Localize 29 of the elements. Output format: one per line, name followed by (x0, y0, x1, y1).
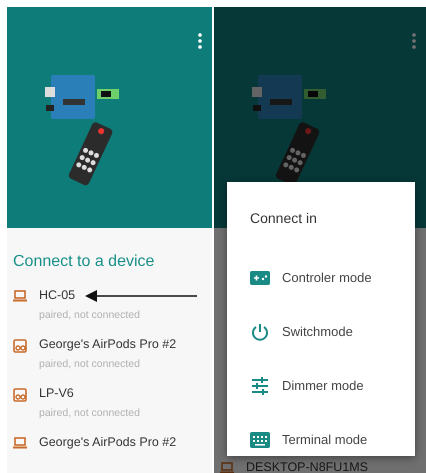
device-status: paired, not connected (39, 308, 140, 323)
speaker-device-icon (13, 339, 27, 353)
dialog-title: Connect in (250, 209, 318, 228)
device-status: paired, not connected (39, 357, 141, 372)
section-title: Connect to a device (13, 252, 156, 272)
laptop-icon (13, 437, 27, 449)
device-row[interactable]: George's AirPods Pro #2 (7, 433, 212, 473)
power-icon (250, 322, 270, 342)
mode-option[interactable]: Controler mode (250, 251, 372, 305)
device-name: George's AirPods Pro #2 (39, 434, 176, 451)
device-row[interactable]: George's AirPods Pro #2 paired, not connected (7, 335, 212, 384)
mode-option[interactable]: Dimmer mode (250, 359, 364, 413)
keyboard-icon (250, 431, 270, 449)
device-name: George's AirPods Pro #2 (39, 336, 176, 353)
device-row[interactable]: LP-V6 paired, not connected (7, 384, 212, 433)
gamepad-icon (250, 270, 270, 286)
sliders-icon (250, 376, 270, 396)
mode-option[interactable]: Switchmode (250, 305, 353, 359)
device-name: DESKTOP-N8FU1MS (246, 459, 368, 473)
device-status: paired, not connected (39, 406, 140, 421)
speaker-device-icon (13, 388, 27, 402)
menu-icon[interactable] (412, 33, 416, 49)
device-row[interactable]: DESKTOP-N8FU1MS (214, 458, 426, 473)
device-name: LP-V6 (39, 385, 75, 402)
laptop-icon (220, 462, 234, 473)
laptop-icon (13, 290, 27, 302)
menu-icon[interactable] (198, 33, 202, 49)
device-row[interactable]: HC-05 paired, not connected (7, 286, 212, 335)
device-name: HC-05 (39, 287, 76, 304)
